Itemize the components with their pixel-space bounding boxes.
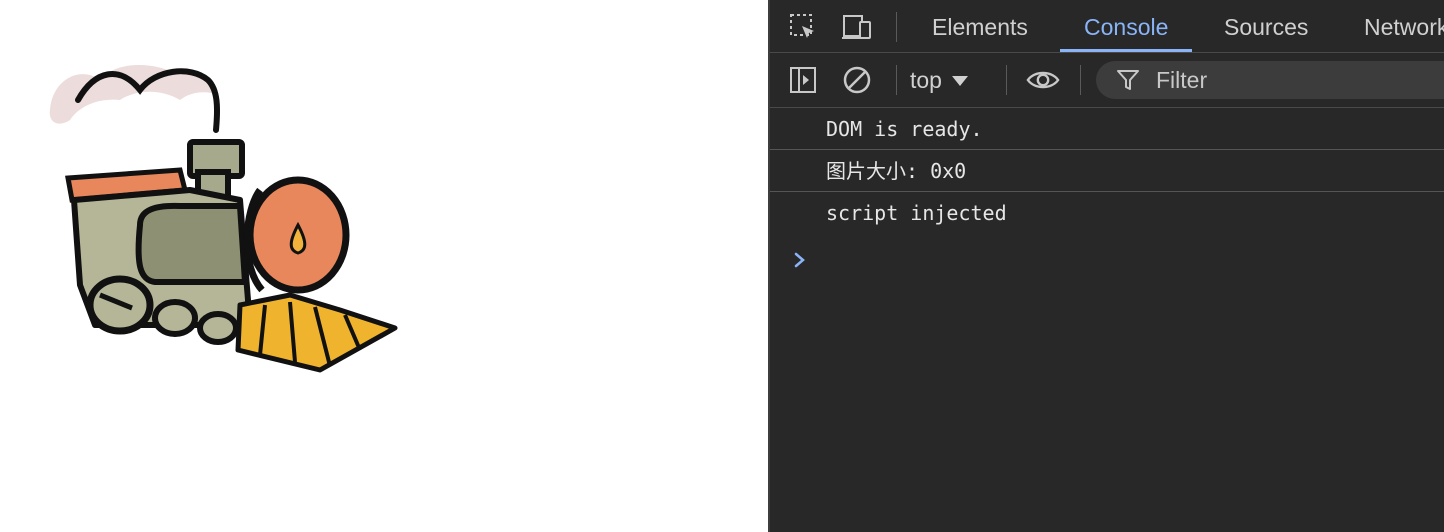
chevron-down-icon	[951, 76, 968, 86]
console-output: DOM is ready. 图片大小: 0x0 script injected	[770, 108, 1444, 532]
console-message-text: 图片大小: 0x0	[826, 159, 967, 183]
tab-sources[interactable]: Sources	[1200, 0, 1332, 52]
context-selector[interactable]: top	[910, 65, 968, 95]
console-message: script injected	[770, 192, 1444, 234]
devtools-tabbar: Elements Console Sources Network	[770, 0, 1444, 53]
toolbar-divider	[896, 12, 897, 42]
console-toolbar: top Filter	[770, 53, 1444, 108]
console-message-text: script injected	[826, 201, 1007, 225]
console-message-text: DOM is ready.	[826, 117, 983, 141]
device-toolbar-icon[interactable]	[840, 10, 874, 44]
toolbar-divider	[1006, 65, 1007, 95]
clear-console-icon[interactable]	[840, 63, 874, 97]
console-prompt-chevron-icon[interactable]	[792, 248, 808, 277]
inspect-element-icon[interactable]	[786, 10, 820, 44]
toolbar-divider	[896, 65, 897, 95]
toolbar-divider	[1080, 65, 1081, 95]
filter-funnel-icon	[1117, 70, 1139, 90]
train-illustration	[49, 64, 398, 373]
tab-elements[interactable]: Elements	[908, 0, 1052, 52]
filter-placeholder: Filter	[1156, 66, 1208, 93]
tab-console[interactable]: Console	[1060, 0, 1193, 52]
tab-network[interactable]: Network	[1340, 0, 1444, 52]
live-expression-eye-icon[interactable]	[1026, 63, 1060, 97]
devtools-panel: Elements Console Sources Network top Fil…	[768, 0, 1444, 532]
console-message: 图片大小: 0x0	[770, 150, 1444, 192]
sidebar-toggle-icon[interactable]	[786, 63, 820, 97]
filter-input[interactable]: Filter	[1096, 61, 1444, 99]
console-message: DOM is ready.	[770, 108, 1444, 150]
context-label: top	[910, 66, 942, 93]
page-viewport	[0, 0, 768, 532]
